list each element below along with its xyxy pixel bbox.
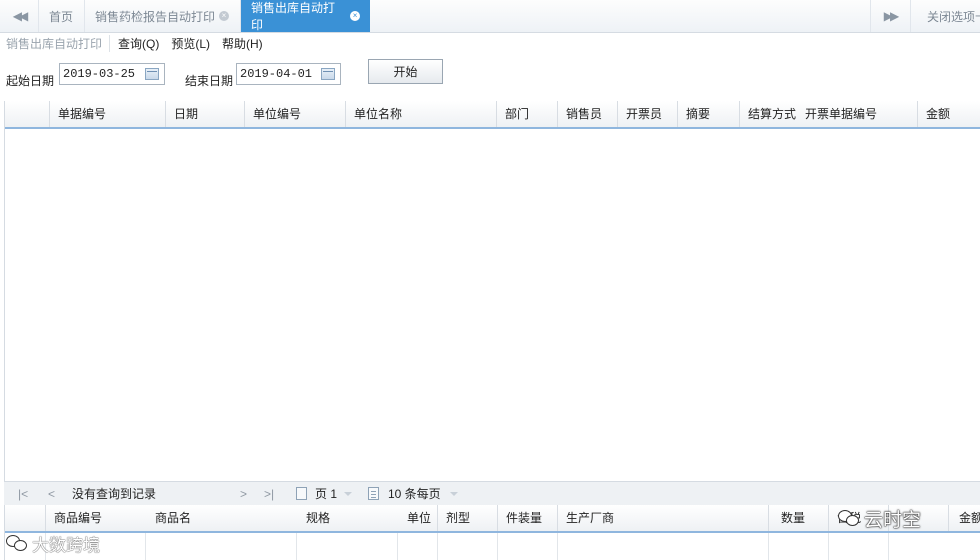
page-size-select[interactable]: 10 条每页: [388, 482, 441, 506]
menu-preview[interactable]: 预览(L): [163, 35, 214, 52]
calendar-icon[interactable]: [145, 68, 159, 80]
col-header-pack-qty[interactable]: 件装量: [497, 505, 557, 531]
chevron-down-icon[interactable]: [344, 492, 352, 496]
module-title: 销售出库自动打印: [0, 34, 111, 52]
prev-page-button[interactable]: <: [48, 482, 55, 506]
tab-home[interactable]: 首页: [38, 0, 84, 32]
start-date-value: 2019-03-25: [63, 67, 136, 81]
tab-sales-outbound-print[interactable]: 销售出库自动打印 ×: [240, 0, 370, 32]
page-icon: [296, 487, 307, 500]
detail-data-grid: 商品编号 商品名 规格 单位 剂型 件装量 生产厂商 数量 含税 金额: [4, 505, 980, 560]
grid-cell: [888, 533, 948, 560]
grid-cell: [768, 533, 828, 560]
col-header-invoicer[interactable]: 开票员: [617, 101, 677, 127]
end-date-label: 结束日期: [185, 74, 234, 88]
menu-bar: 销售出库自动打印 查询(Q) 预览(L) 帮助(H): [0, 32, 980, 54]
tab-sales-inspection-print[interactable]: 销售药检报告自动打印 ×: [84, 0, 240, 32]
col-header-date[interactable]: 日期: [165, 101, 244, 127]
col-header-salesperson[interactable]: 销售员: [557, 101, 617, 127]
tab-scroll-right-icon[interactable]: ▶▶: [870, 0, 909, 32]
detail-empty-row: [5, 533, 980, 560]
page-number-label[interactable]: 页 1: [315, 482, 337, 506]
col-header-spec[interactable]: 规格: [296, 505, 397, 531]
col-header-unit[interactable]: 单位: [397, 505, 437, 531]
col-header-invoice-doc-no[interactable]: 开票单据编号: [801, 101, 917, 127]
col-header-dosage-form[interactable]: 剂型: [437, 505, 497, 531]
calendar-icon[interactable]: [321, 68, 335, 80]
tab-scroll-left-icon[interactable]: ◀◀: [0, 0, 38, 32]
menu-help[interactable]: 帮助(H): [214, 35, 267, 52]
watermark-right: 云时空: [838, 505, 921, 531]
grid-cell: [828, 533, 888, 560]
end-date-value: 2019-04-01: [240, 67, 313, 81]
col-header-doc-no[interactable]: 单据编号: [49, 101, 165, 127]
grid-cell: [497, 533, 557, 560]
main-grid-body: [5, 129, 980, 481]
col-header-unit-name[interactable]: 单位名称: [345, 101, 496, 127]
main-grid-header: 单据编号 日期 单位编号 单位名称 部门 销售员 开票员 摘要 结算方式 开票单…: [5, 101, 980, 129]
start-button[interactable]: 开始: [368, 59, 443, 84]
col-header-product-code[interactable]: 商品编号: [45, 505, 145, 531]
col-header-manufacturer[interactable]: 生产厂商: [557, 505, 768, 531]
wechat-icon: [838, 510, 860, 526]
last-page-button[interactable]: >|: [264, 482, 274, 506]
close-all-tabs-button[interactable]: 关闭选项卡: [910, 0, 980, 32]
col-header-unit-code[interactable]: 单位编号: [244, 101, 345, 127]
col-header-product-name[interactable]: 商品名: [145, 505, 296, 531]
list-icon: [368, 487, 379, 500]
chevron-down-icon[interactable]: [450, 492, 458, 496]
grid-cell: [145, 533, 296, 560]
tab-close-icon[interactable]: ×: [350, 11, 360, 21]
main-data-grid: 单据编号 日期 单位编号 单位名称 部门 销售员 开票员 摘要 结算方式 开票单…: [4, 101, 980, 481]
grid-cell: [397, 533, 437, 560]
row-number-header: [5, 101, 49, 127]
tab-close-icon[interactable]: ×: [219, 11, 230, 21]
col-header-summary[interactable]: 摘要: [677, 101, 739, 127]
col-header-settlement[interactable]: 结算方式: [739, 101, 801, 127]
start-date-label: 起始日期: [6, 74, 55, 88]
pagination-bar: |< < 没有查询到记录 > >| 页 1 10 条每页: [4, 481, 980, 506]
tab-label: 销售药检报告自动打印: [95, 9, 216, 24]
watermark-left-text: 大数跨境: [32, 535, 100, 555]
pager-status-text: 没有查询到记录: [72, 487, 157, 501]
grid-cell: [557, 533, 768, 560]
col-header-amount[interactable]: 金额: [948, 505, 980, 531]
tab-label: 销售出库自动打印: [251, 1, 336, 32]
col-header-quantity[interactable]: 数量: [768, 505, 828, 531]
first-page-button[interactable]: |<: [18, 482, 28, 506]
start-date-field[interactable]: 2019-03-25: [59, 63, 165, 85]
tab-bar: ◀◀ 首页 销售药检报告自动打印 × 销售出库自动打印 × ▶▶ 关闭选项卡: [0, 0, 980, 33]
next-page-button[interactable]: >: [240, 482, 247, 506]
menu-query[interactable]: 查询(Q): [110, 35, 163, 52]
row-number-header: [5, 505, 45, 531]
end-date-field[interactable]: 2019-04-01: [236, 63, 341, 85]
col-header-department[interactable]: 部门: [496, 101, 557, 127]
watermark-left: 大数跨境: [6, 531, 100, 555]
watermark-right-text: 云时空: [864, 509, 922, 531]
col-header-amount[interactable]: 金额: [917, 101, 980, 127]
close-all-label: 关闭选项卡: [927, 9, 980, 24]
grid-cell: [296, 533, 397, 560]
detail-grid-header: 商品编号 商品名 规格 单位 剂型 件装量 生产厂商 数量 含税 金额: [5, 505, 980, 533]
wechat-icon: [6, 535, 28, 551]
tab-label: 首页: [49, 9, 74, 24]
grid-cell: [437, 533, 497, 560]
